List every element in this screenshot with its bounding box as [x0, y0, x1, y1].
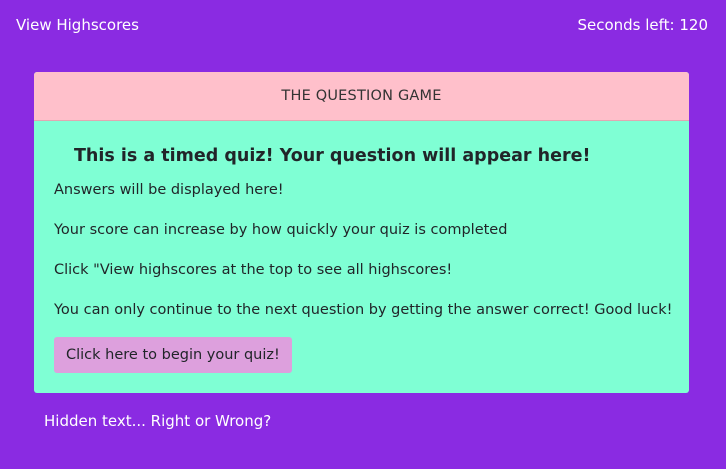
view-highscores-link[interactable]: View Highscores — [16, 15, 139, 35]
timer-label: Seconds left: 120 — [577, 16, 708, 34]
begin-quiz-button[interactable]: Click here to begin your quiz! — [54, 337, 292, 373]
continue-info: You can only continue to the next questi… — [54, 302, 673, 318]
quiz-card: THE QUESTION GAME This is a timed quiz! … — [34, 72, 689, 393]
question-text: This is a timed quiz! Your question will… — [74, 146, 591, 166]
score-info: Your score can increase by how quickly y… — [54, 222, 508, 238]
top-bar: View Highscores Seconds left: 120 — [0, 0, 726, 50]
result-text: Hidden text... Right or Wrong? — [44, 412, 272, 430]
game-title: THE QUESTION GAME — [281, 88, 442, 104]
answers-placeholder: Answers will be displayed here! — [54, 182, 284, 198]
card-header: THE QUESTION GAME — [34, 72, 689, 121]
highscores-info: Click "View highscores at the top to see… — [54, 262, 453, 278]
